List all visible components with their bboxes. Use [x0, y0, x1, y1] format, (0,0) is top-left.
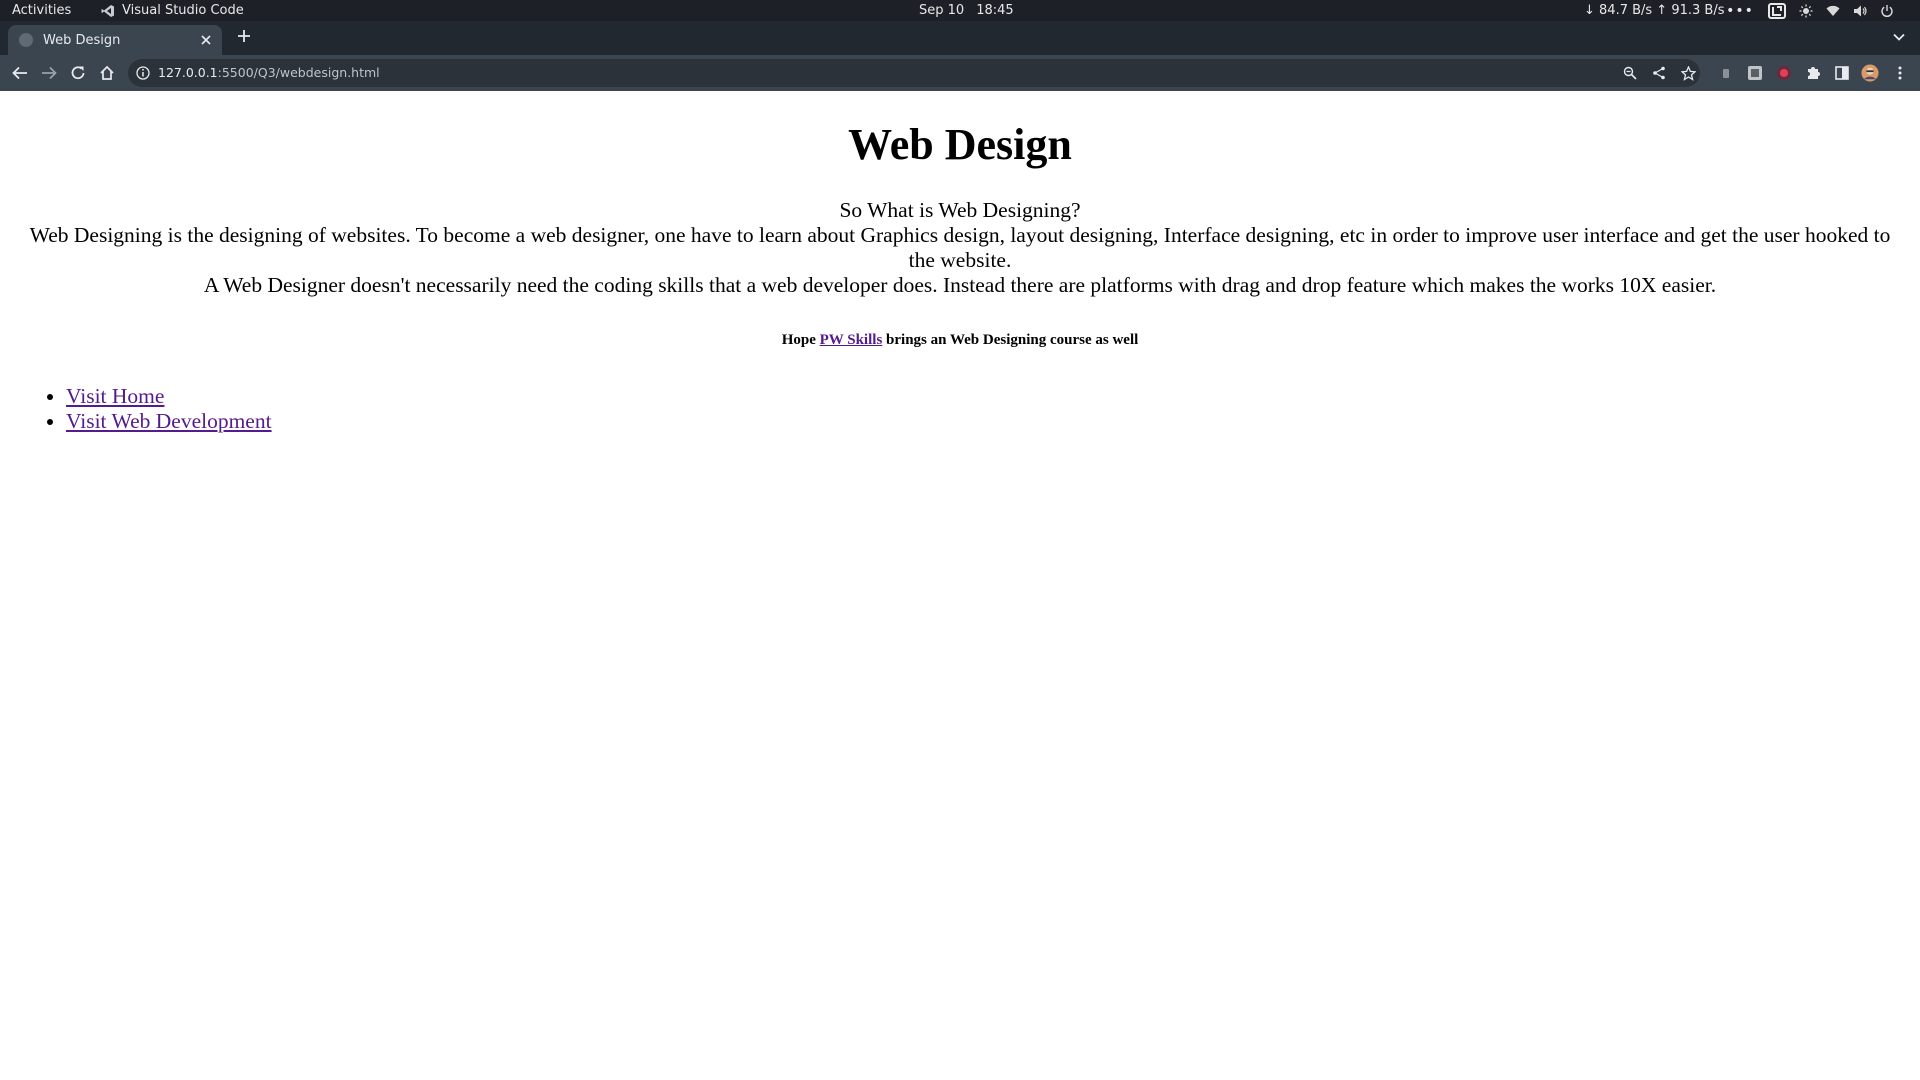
- system-tray[interactable]: •••: [1726, 0, 1894, 21]
- app-menu[interactable]: Visual Studio Code: [101, 3, 244, 18]
- vscode-icon: [101, 4, 114, 17]
- star-icon[interactable]: [1680, 65, 1696, 81]
- activities-button[interactable]: Activities: [12, 3, 71, 18]
- system-top-bar: Activities Visual Studio Code Sep 10 18:4…: [0, 0, 1920, 21]
- zoom-icon[interactable]: [1622, 65, 1638, 81]
- network-speed-indicator: ↓ 84.7 B/s ↑ 91.3 B/s: [1584, 3, 1725, 18]
- hope-line: Hope PW Skills brings an Web Designing c…: [0, 332, 1920, 349]
- avatar[interactable]: [1861, 64, 1879, 82]
- paragraph-2: A Web Designer doesn't necessarily need …: [203, 273, 1717, 297]
- extension-icon-small[interactable]: [1717, 64, 1735, 82]
- pw-skills-link[interactable]: PW Skills: [820, 332, 883, 348]
- wifi-icon[interactable]: [1826, 4, 1840, 18]
- new-tab-button[interactable]: [234, 26, 254, 46]
- question-line: So What is Web Designing?: [839, 198, 1081, 222]
- volume-icon[interactable]: [1853, 4, 1867, 18]
- intro-text: So What is Web Designing? Web Designing …: [14, 198, 1906, 298]
- app-name: Visual Studio Code: [122, 3, 244, 18]
- share-icon[interactable]: [1651, 65, 1667, 81]
- sidepanel-icon[interactable]: [1833, 64, 1851, 82]
- back-icon: [12, 66, 27, 80]
- forward-button[interactable]: [39, 63, 59, 83]
- url-text: 127.0.0.1:5500/Q3/webdesign.html: [158, 65, 380, 80]
- close-icon[interactable]: [198, 32, 214, 48]
- page-title: Web Design: [848, 120, 1072, 169]
- tab-search-button[interactable]: [1890, 28, 1908, 46]
- overflow-indicator[interactable]: •••: [1726, 3, 1753, 19]
- browser-toolbar: 127.0.0.1:5500/Q3/webdesign.html: [0, 55, 1920, 91]
- extension-icon-red[interactable]: [1775, 64, 1793, 82]
- home-button[interactable]: [97, 63, 117, 83]
- clock-date: Sep 10: [919, 3, 965, 18]
- chevron-down-icon: [1893, 33, 1905, 41]
- tab-strip: Web Design: [0, 21, 1920, 55]
- list-item: Visit Web Development: [66, 409, 272, 434]
- forward-icon: [42, 66, 57, 80]
- menu-icon[interactable]: [1891, 64, 1909, 82]
- plus-icon: [238, 30, 250, 42]
- clock[interactable]: Sep 10 18:45: [919, 3, 1014, 18]
- power-icon[interactable]: [1880, 4, 1894, 18]
- url-host: 127.0.0.1: [158, 65, 218, 80]
- list-item: Visit Home: [66, 384, 272, 409]
- visit-home-link[interactable]: Visit Home: [66, 384, 164, 408]
- reload-button[interactable]: [68, 63, 88, 83]
- extension-icon-box[interactable]: [1746, 64, 1764, 82]
- reload-icon: [71, 66, 85, 80]
- hope-text-before: Hope: [781, 332, 820, 348]
- paragraph-1: Web Designing is the designing of websit…: [29, 223, 1891, 272]
- hope-text-after: brings an Web Designing course as well: [882, 332, 1139, 348]
- web-page: Web Design So What is Web Designing? Web…: [0, 91, 1920, 1080]
- address-bar[interactable]: 127.0.0.1:5500/Q3/webdesign.html: [128, 59, 1700, 87]
- extensions-icon[interactable]: [1804, 64, 1822, 82]
- brightness-icon[interactable]: [1799, 4, 1813, 18]
- globe-icon: [19, 33, 33, 47]
- lenovo-icon[interactable]: [1768, 2, 1786, 19]
- clock-time: 18:45: [976, 3, 1014, 18]
- back-button[interactable]: [10, 63, 30, 83]
- info-icon[interactable]: [136, 66, 150, 80]
- tab-web-design[interactable]: Web Design: [8, 25, 222, 55]
- url-path: :5500/Q3/webdesign.html: [217, 65, 380, 80]
- home-icon: [100, 65, 114, 80]
- nav-link-list: Visit Home Visit Web Development: [26, 384, 272, 434]
- tab-title: Web Design: [43, 32, 121, 48]
- visit-web-development-link[interactable]: Visit Web Development: [66, 409, 272, 433]
